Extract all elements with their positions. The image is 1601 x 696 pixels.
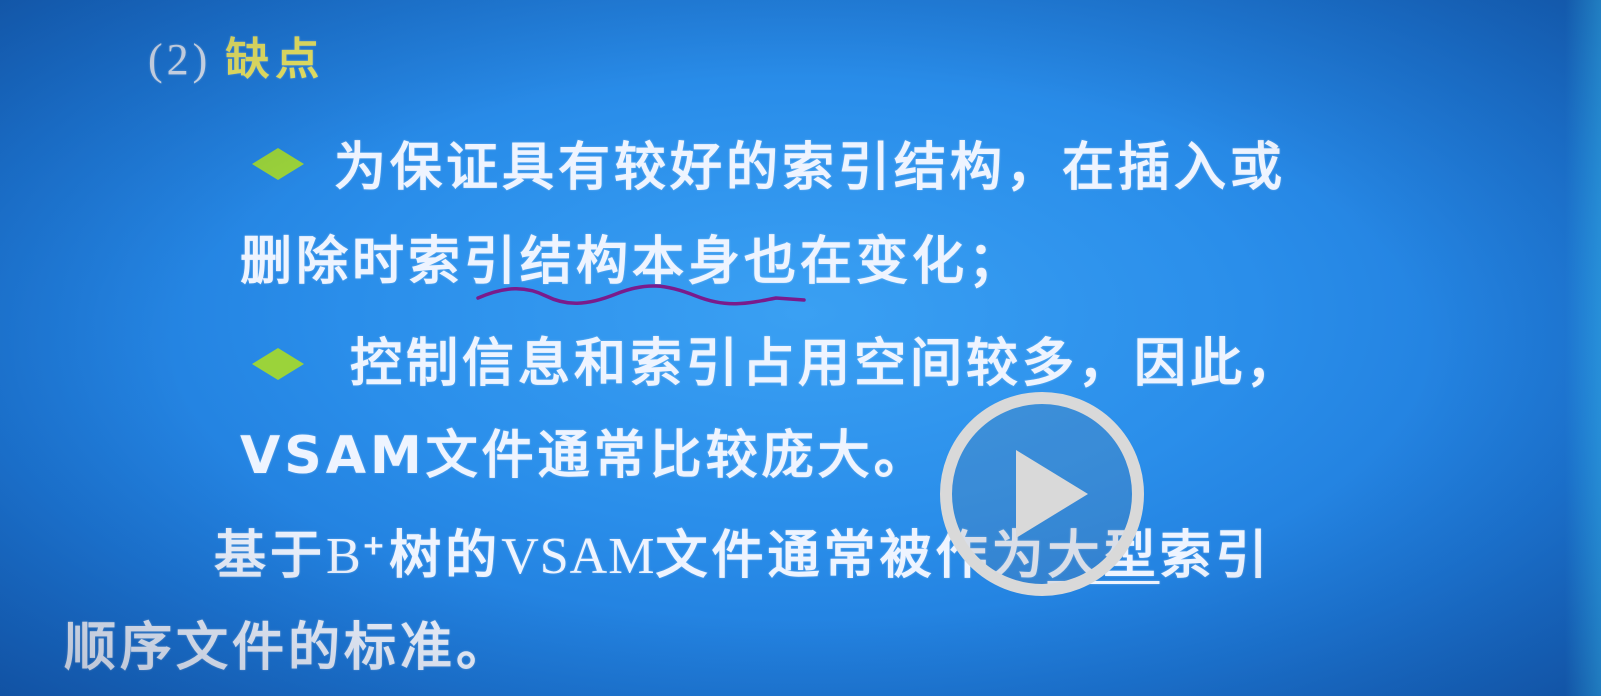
- bullet-1-line-2: 删除时索引结构本身也在变化；: [240, 232, 1025, 292]
- para-b: B: [326, 528, 362, 585]
- annotation-squiggle: [476, 284, 806, 306]
- diamond-bullet-icon: [250, 146, 304, 184]
- play-icon: [940, 392, 1144, 596]
- play-button[interactable]: [936, 388, 1148, 600]
- bullet-1-line-1: 为保证具有较好的索引结构，在插入或: [334, 138, 1287, 198]
- bullet-2-line-2-text: VSAM文件通常比较庞大。: [240, 426, 930, 486]
- diamond-bullet-icon: [250, 346, 304, 384]
- para-end: 索引: [1159, 526, 1272, 586]
- section-heading: (2) 缺点: [148, 38, 325, 82]
- bullet-2-line-1: 控制信息和索引占用空间较多，因此，: [350, 334, 1303, 394]
- para-vsam: VSAM: [501, 528, 656, 585]
- bullet-2-line-2: VSAM文件通常比较庞大。: [240, 430, 930, 482]
- para-mid: 树的: [389, 526, 502, 586]
- heading-title: 缺点: [225, 34, 326, 85]
- edge-glow: [1565, 0, 1601, 696]
- video-frame[interactable]: (2) 缺点 为保证具有较好的索引结构，在插入或 删除时索引结构本身也在变化； 控…: [0, 0, 1601, 696]
- paragraph-line-2: 顺序文件的标准。: [64, 618, 513, 678]
- para-plus: +: [361, 528, 390, 562]
- heading-number: (2): [148, 35, 212, 84]
- slide-content: (2) 缺点 为保证具有较好的索引结构，在插入或 删除时索引结构本身也在变化； 控…: [0, 0, 1601, 696]
- para-pre-b: 基于: [214, 526, 327, 586]
